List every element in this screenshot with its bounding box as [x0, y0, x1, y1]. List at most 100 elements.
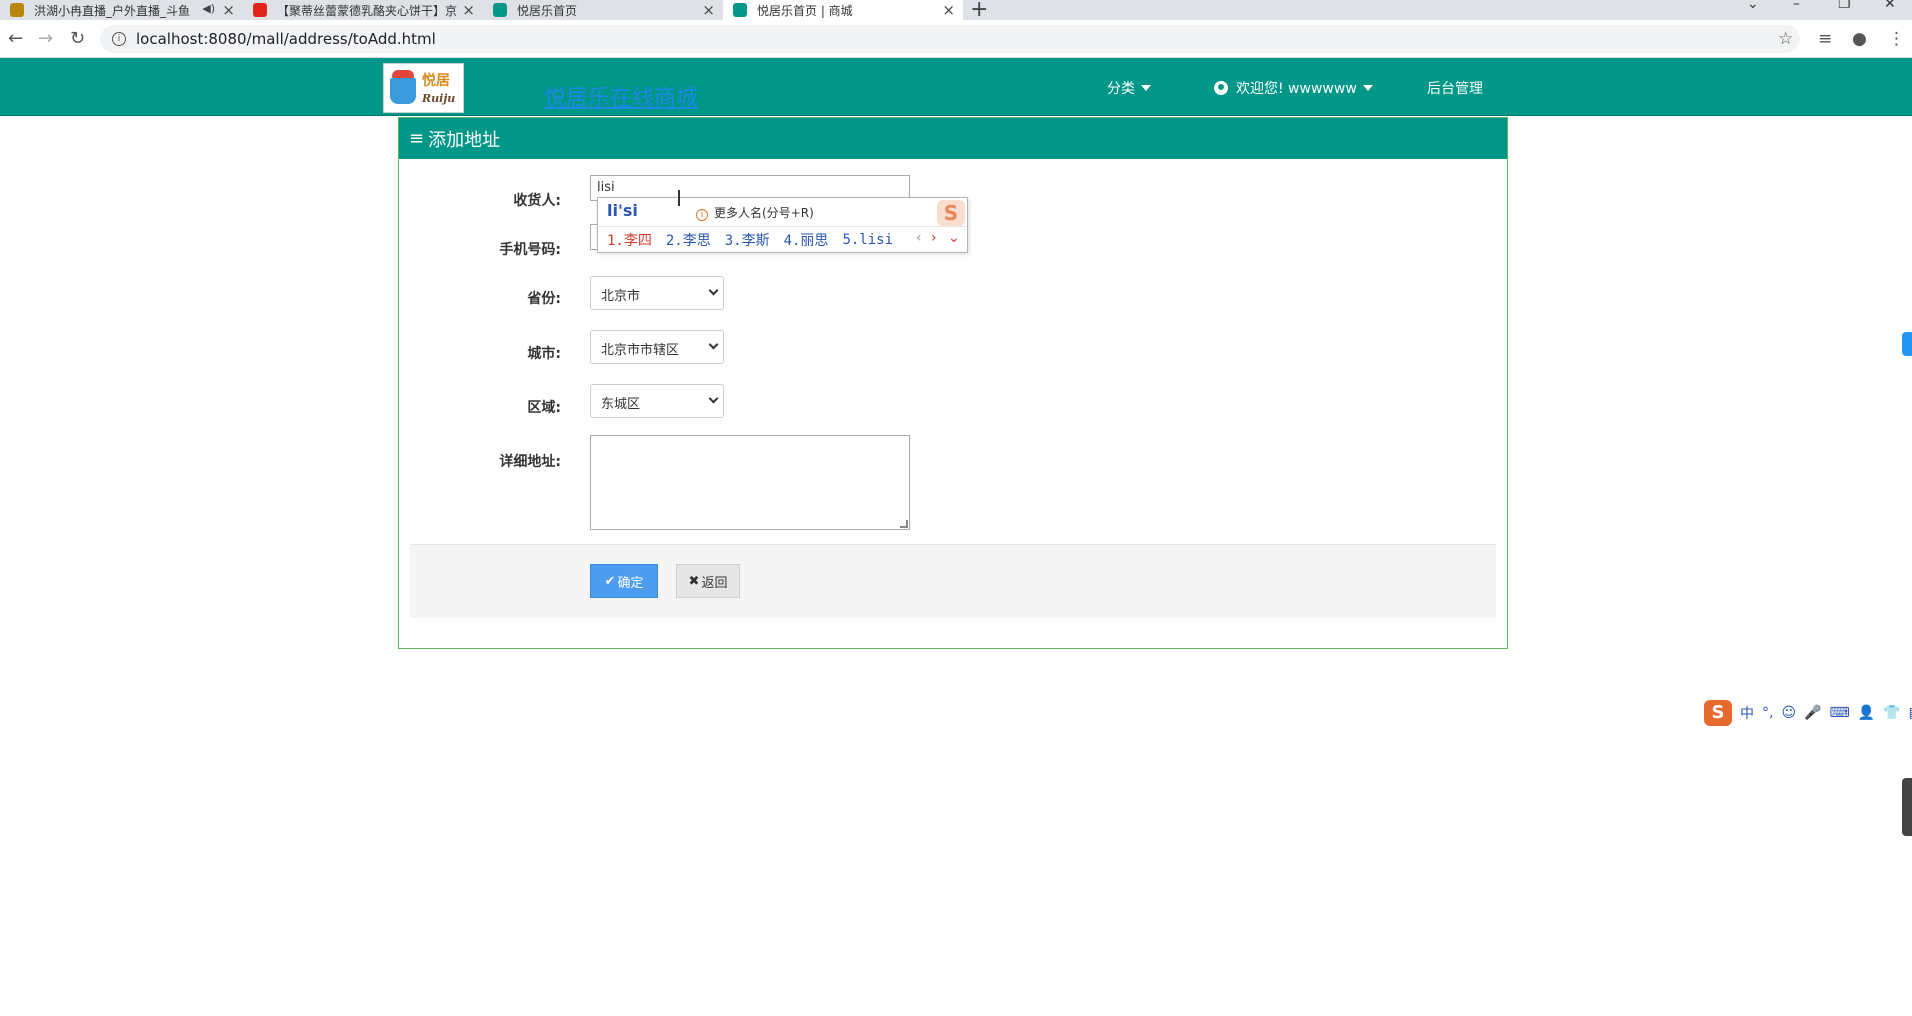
- address-bar[interactable]: i localhost:8080/mall/address/toAdd.html: [100, 25, 1800, 53]
- ime-composition: li'si: [607, 201, 638, 220]
- tab-close-icon[interactable]: ×: [702, 1, 715, 19]
- chevron-down-icon: [708, 285, 719, 296]
- browser-tab-3[interactable]: 悦居乐首页 ×: [483, 0, 723, 20]
- browser-toolbar: ← → ↻ i localhost:8080/mall/address/toAd…: [0, 20, 1912, 58]
- district-value: 东城区: [601, 397, 641, 412]
- caret-down-icon: [1141, 85, 1151, 91]
- category-label: 分类: [1107, 81, 1135, 97]
- ime-candidate[interactable]: 2.李思: [666, 230, 711, 250]
- tab-search-icon[interactable]: ⌄: [1747, 0, 1759, 12]
- ime-punctuation-icon[interactable]: °,: [1762, 705, 1773, 721]
- ime-voice-icon[interactable]: 🎤: [1804, 705, 1821, 721]
- profile-icon[interactable]: ●: [1852, 29, 1867, 49]
- ime-user-icon[interactable]: 👤: [1858, 705, 1875, 721]
- list-icon: ≡: [409, 128, 425, 149]
- category-menu[interactable]: 分类: [1107, 78, 1151, 98]
- text-cursor-icon: [678, 190, 680, 206]
- tab-favicon-icon: [733, 3, 747, 17]
- check-icon: ✔: [604, 573, 616, 589]
- tab-title: 洪湖小冉直播_户外直播_斗鱼: [34, 3, 191, 18]
- tab-close-icon[interactable]: ×: [942, 1, 955, 19]
- confirm-button[interactable]: ✔ 确定: [590, 564, 658, 598]
- ime-skin-icon[interactable]: 👕: [1883, 705, 1900, 721]
- sogou-logo-icon: S: [937, 200, 965, 226]
- city-label: 城市:: [527, 346, 561, 362]
- province-select[interactable]: 北京市: [590, 276, 724, 310]
- user-menu[interactable]: 欢迎您! wwwwww: [1214, 78, 1373, 98]
- browser-tab-1[interactable]: 洪湖小冉直播_户外直播_斗鱼 ◀) ×: [0, 0, 243, 20]
- admin-link[interactable]: 后台管理: [1427, 78, 1483, 98]
- form-footer: [410, 544, 1496, 618]
- info-icon: i: [696, 209, 708, 221]
- tab-title: 悦居乐首页 | 商城: [757, 3, 853, 18]
- side-widget-tab[interactable]: [1902, 332, 1912, 356]
- ime-prev-page-icon[interactable]: ‹: [916, 230, 922, 246]
- tab-favicon-icon: [493, 3, 507, 17]
- ime-emoji-icon[interactable]: ☺: [1781, 705, 1796, 721]
- bookmark-star-icon[interactable]: ☆: [1778, 29, 1793, 49]
- resize-grip-icon[interactable]: [900, 520, 908, 528]
- ime-keyboard-icon[interactable]: ⌨: [1830, 705, 1850, 721]
- ime-hint[interactable]: i 更多人名(分号+R): [696, 204, 814, 221]
- ime-hint-text: 更多人名(分号+R): [714, 206, 814, 220]
- sogou-status-logo-icon[interactable]: S: [1704, 700, 1732, 726]
- ime-candidate[interactable]: 3.李斯: [725, 230, 770, 250]
- browser-tab-2[interactable]: 【聚蒂丝蕾蒙德乳酪夹心饼干】京 ×: [243, 0, 483, 20]
- back-button[interactable]: ✖ 返回: [676, 564, 740, 598]
- menu-kebab-icon[interactable]: ⋮: [1888, 29, 1905, 49]
- receiver-value: lisi: [597, 180, 615, 195]
- district-label: 区域:: [527, 400, 561, 416]
- logo-basket-icon: [390, 78, 416, 104]
- forward-arrow-icon[interactable]: →: [38, 28, 53, 49]
- close-window-icon[interactable]: ✕: [1884, 0, 1896, 12]
- panel-title: 添加地址: [428, 129, 501, 151]
- site-title-link[interactable]: 悦居乐在线商城: [544, 80, 698, 112]
- admin-label: 后台管理: [1427, 81, 1483, 97]
- reload-icon[interactable]: ↻: [70, 28, 85, 49]
- ime-candidate-popup: li'si i 更多人名(分号+R) S 1.李四 2.李思 3.李斯 4.丽思 …: [597, 197, 968, 253]
- detail-address-textarea[interactable]: [590, 435, 910, 530]
- ime-next-page-icon[interactable]: ›: [931, 230, 937, 246]
- back-label: 返回: [701, 575, 728, 591]
- province-value: 北京市: [601, 289, 641, 304]
- ime-status-bar: S 中 °, ☺ 🎤 ⌨ 👤 👕 ▦: [1704, 700, 1912, 726]
- city-select[interactable]: 北京市市辖区: [590, 330, 724, 364]
- site-header: 悦居 Ruiju 悦居乐在线商城 分类 欢迎您! wwwwww 后台管理: [0, 58, 1912, 116]
- user-circle-icon: [1214, 81, 1228, 95]
- ime-candidate[interactable]: 4.丽思: [784, 230, 829, 250]
- receiver-label: 收货人:: [513, 193, 561, 209]
- ime-toolbox-icon[interactable]: ▦: [1909, 705, 1912, 721]
- logo-subtext: Ruiju: [422, 92, 456, 105]
- restore-icon[interactable]: ❐: [1838, 0, 1851, 12]
- confirm-label: 确定: [617, 575, 644, 591]
- district-select[interactable]: 东城区: [590, 384, 724, 418]
- tab-title: 【聚蒂丝蕾蒙德乳酪夹心饼干】京: [277, 3, 458, 18]
- browser-tab-bar: 洪湖小冉直播_户外直播_斗鱼 ◀) × 【聚蒂丝蕾蒙德乳酪夹心饼干】京 × 悦居…: [0, 0, 1912, 22]
- reading-list-icon[interactable]: ≡: [1818, 29, 1832, 49]
- url-text: localhost:8080/mall/address/toAdd.html: [136, 30, 436, 48]
- tab-audio-icon[interactable]: ◀): [202, 2, 215, 15]
- site-logo[interactable]: 悦居 Ruiju: [383, 63, 464, 113]
- chevron-down-icon: [708, 393, 719, 404]
- logo-text: 悦居: [422, 73, 450, 89]
- back-arrow-icon[interactable]: ←: [8, 28, 23, 49]
- caret-down-icon: [1362, 85, 1373, 91]
- tab-close-icon[interactable]: ×: [462, 1, 475, 19]
- welcome-text: 欢迎您! wwwwww: [1236, 81, 1357, 97]
- ime-expand-icon[interactable]: ⌄: [948, 230, 960, 246]
- ime-candidate[interactable]: 5.lisi: [842, 232, 893, 248]
- panel-header: ≡ 添加地址: [399, 118, 1507, 159]
- province-label: 省份:: [527, 291, 561, 307]
- new-tab-button[interactable]: +: [970, 0, 988, 22]
- site-info-icon[interactable]: i: [112, 32, 126, 46]
- x-icon: ✖: [688, 573, 700, 589]
- minimize-icon[interactable]: –: [1793, 0, 1800, 12]
- tab-close-icon[interactable]: ×: [222, 1, 235, 19]
- side-widget-handle[interactable]: [1902, 778, 1912, 836]
- ime-candidate[interactable]: 1.李四: [607, 230, 652, 250]
- browser-tab-4-active[interactable]: 悦居乐首页 | 商城 ×: [723, 0, 963, 20]
- tab-favicon-icon: [10, 3, 24, 17]
- tab-favicon-icon: [253, 3, 267, 17]
- ime-chinese-mode-icon[interactable]: 中: [1740, 703, 1754, 723]
- phone-label: 手机号码:: [499, 242, 561, 258]
